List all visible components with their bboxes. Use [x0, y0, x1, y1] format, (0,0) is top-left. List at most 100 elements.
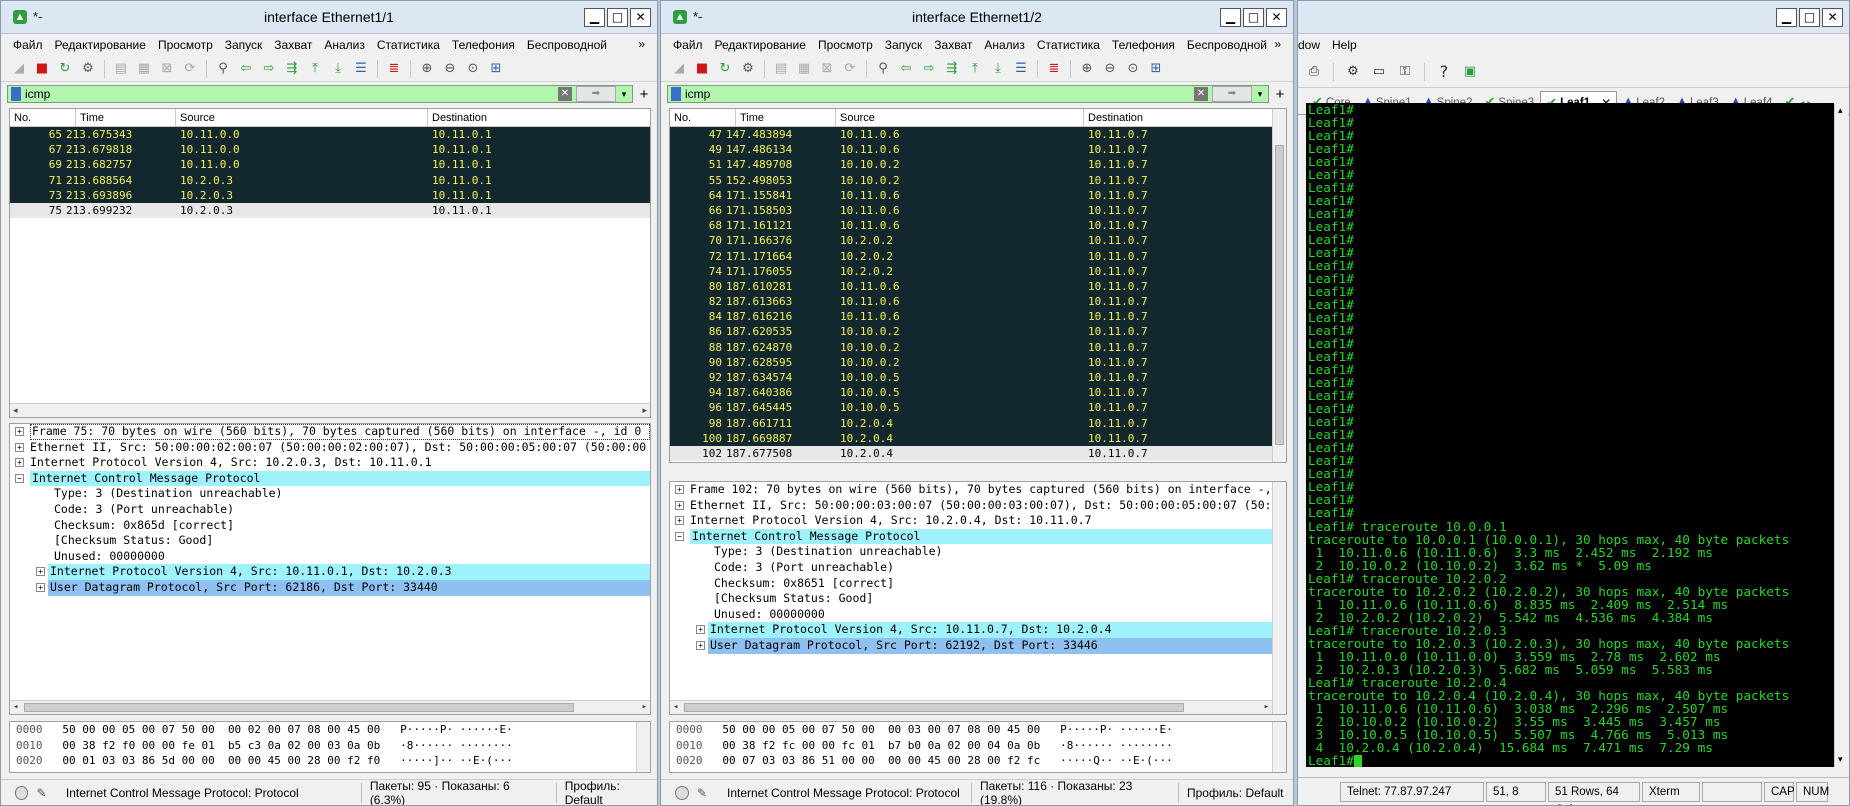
session-icon[interactable]: ▭	[1369, 62, 1389, 82]
packet-row[interactable]: 51 147.489708 10.10.0.2 10.11.0.7	[670, 157, 1272, 173]
detail-row[interactable]: Type: 3 (Destination unreachable)	[10, 486, 650, 502]
menu-window[interactable]: dow	[1298, 38, 1326, 52]
edit-comment-icon[interactable]: ✎	[36, 786, 49, 800]
expand-toggle-icon[interactable]: +	[15, 458, 24, 468]
col-no[interactable]: No.	[670, 109, 736, 126]
help-icon[interactable]: ?	[1434, 62, 1454, 82]
display-filter-input[interactable]	[685, 87, 1194, 101]
start-capture-icon[interactable]: ◢	[9, 59, 29, 79]
edit-comment-icon[interactable]: ✎	[697, 786, 711, 800]
expand-toggle-icon[interactable]: −	[675, 531, 684, 541]
packet-row[interactable]: 96 187.645445 10.10.0.5 10.11.0.7	[670, 400, 1272, 416]
details-vscroll[interactable]	[1272, 482, 1286, 714]
go-first-packet-icon[interactable]: ⤒	[965, 59, 985, 79]
hex-row[interactable]: 0010 00 38 f2 fc 00 00 fc 01 b7 b0 0a 02…	[670, 738, 1286, 754]
bookmark-icon[interactable]	[671, 87, 681, 101]
restart-capture-icon[interactable]: ↻	[715, 59, 735, 79]
start-capture-icon[interactable]: ◢	[669, 59, 689, 79]
screen-icon[interactable]: ▣	[1460, 62, 1480, 82]
detail-row[interactable]: + Internet Protocol Version 4, Src: 10.2.…	[10, 455, 650, 471]
packet-row[interactable]: 68 171.161121 10.11.0.6 10.11.0.7	[670, 218, 1272, 234]
menu-view[interactable]: Просмотр	[152, 38, 219, 52]
details-hscroll[interactable]: ◂ ▸	[670, 700, 1272, 714]
detail-row[interactable]: Unused: 00000000	[670, 607, 1286, 623]
close-button[interactable]: ✕	[630, 8, 651, 27]
minimize-button[interactable]: ▁	[1776, 8, 1797, 27]
go-back-icon[interactable]: ⇦	[896, 59, 916, 79]
title-bar[interactable]: ▲ *- interface Ethernet1/1 ▁ □ ✕	[1, 1, 657, 34]
key-icon[interactable]: ⚿	[1395, 62, 1415, 82]
expand-toggle-icon[interactable]: +	[36, 567, 45, 577]
menu-telephony[interactable]: Телефония	[1106, 38, 1181, 52]
save-file-icon[interactable]: ▦	[134, 59, 154, 79]
expand-toggle-icon[interactable]: +	[15, 427, 24, 436]
clear-filter-icon[interactable]: ✕	[1194, 87, 1208, 101]
hex-row[interactable]: 0000 50 00 00 05 00 07 50 00 00 03 00 07…	[670, 722, 1286, 738]
detail-row[interactable]: + Internet Protocol Version 4, Src: 10.11…	[10, 564, 650, 580]
zoom-normal-icon[interactable]: ⊙	[1123, 59, 1143, 79]
packet-row[interactable]: 70 171.166376 10.2.0.2 10.11.0.7	[670, 233, 1272, 249]
hex-row[interactable]: 0020 00 01 03 03 86 5d 00 00 00 00 45 00…	[10, 753, 650, 769]
detail-row[interactable]: Checksum: 0x865d [correct]	[10, 518, 650, 534]
packet-list-hscroll[interactable]: ◂ ▸	[10, 403, 650, 417]
menu-go[interactable]: Запуск	[879, 38, 929, 52]
reload-file-icon[interactable]: ⟳	[180, 59, 200, 79]
settings-icon[interactable]: ⚙	[1343, 62, 1363, 82]
colorize-icon[interactable]: ≣	[1044, 59, 1064, 79]
detail-row[interactable]: Code: 3 (Port unreachable)	[670, 560, 1286, 576]
menu-edit[interactable]: Редактирование	[49, 38, 152, 52]
menu-capture[interactable]: Захват	[928, 38, 978, 52]
minimize-button[interactable]: ▁	[584, 8, 605, 27]
add-filter-button-icon[interactable]: +	[637, 86, 651, 103]
detail-row[interactable]: [Checksum Status: Good]	[670, 591, 1286, 607]
packet-row[interactable]: 92 187.634574 10.10.0.5 10.11.0.7	[670, 370, 1272, 386]
zoom-out-icon[interactable]: ⊖	[440, 59, 460, 79]
detail-row[interactable]: Checksum: 0x8651 [correct]	[670, 576, 1286, 592]
status-profile[interactable]: Профиль: Default	[565, 779, 657, 806]
menu-edit[interactable]: Редактирование	[709, 38, 812, 52]
packet-row[interactable]: 67 213.679818 10.11.0.0 10.11.0.1	[10, 142, 650, 158]
menu-analyze[interactable]: Анализ	[318, 38, 371, 52]
detail-row[interactable]: + Frame 75: 70 bytes on wire (560 bits), …	[10, 424, 650, 440]
go-last-packet-icon[interactable]: ⤓	[328, 59, 348, 79]
packet-row[interactable]: 98 187.661711 10.2.0.4 10.11.0.7	[670, 415, 1272, 431]
menu-overflow-icon[interactable]: »	[1268, 37, 1287, 51]
stop-capture-icon[interactable]: ■	[692, 59, 712, 79]
find-packet-icon[interactable]: ⚲	[213, 59, 233, 79]
menu-analyze[interactable]: Анализ	[978, 38, 1031, 52]
save-file-icon[interactable]: ▦	[794, 59, 814, 79]
menu-file[interactable]: Файл	[7, 38, 49, 52]
packet-row[interactable]: 82 187.613663 10.11.0.6 10.11.0.7	[670, 294, 1272, 310]
filter-history-icon[interactable]: ▾	[1252, 89, 1268, 100]
detail-row[interactable]: Type: 3 (Destination unreachable)	[670, 544, 1286, 560]
zoom-out-icon[interactable]: ⊖	[1100, 59, 1120, 79]
detail-row[interactable]: + Internet Protocol Version 4, Src: 10.2.…	[670, 513, 1286, 529]
packet-row[interactable]: 100 187.669887 10.2.0.4 10.11.0.7	[670, 430, 1272, 446]
hex-row[interactable]: 0020 00 07 03 03 86 51 00 00 00 00 45 00…	[670, 753, 1286, 769]
menu-file[interactable]: Файл	[667, 38, 709, 52]
col-destination[interactable]: Destination	[428, 109, 650, 126]
expert-info-icon[interactable]	[15, 785, 29, 800]
close-button[interactable]: ✕	[1822, 8, 1843, 27]
packet-row[interactable]: 55 152.498053 10.10.0.2 10.11.0.7	[670, 172, 1272, 188]
title-bar[interactable]: ▲ *- interface Ethernet1/2 ▁ □ ✕	[661, 1, 1293, 34]
detail-row[interactable]: [Checksum Status: Good]	[10, 533, 650, 549]
col-time[interactable]: Time	[736, 109, 836, 126]
display-filter-input[interactable]	[25, 87, 558, 101]
packet-row[interactable]: 71 213.688564 10.2.0.3 10.11.0.1	[10, 172, 650, 188]
details-hscroll[interactable]: ◂ ▸	[10, 700, 650, 714]
packet-row[interactable]: 74 171.176055 10.2.0.2 10.11.0.7	[670, 263, 1272, 279]
print-icon[interactable]: ⎙	[1304, 62, 1324, 82]
bytes-vscroll[interactable]	[1272, 722, 1286, 772]
expand-toggle-icon[interactable]: +	[675, 516, 684, 526]
packet-row[interactable]: 64 171.155841 10.11.0.6 10.11.0.7	[670, 187, 1272, 203]
detail-row[interactable]: + Ethernet II, Src: 50:00:00:03:00:07 (50…	[670, 498, 1286, 514]
packet-row[interactable]: 94 187.640386 10.10.0.5 10.11.0.7	[670, 385, 1272, 401]
zoom-normal-icon[interactable]: ⊙	[463, 59, 483, 79]
menu-telephony[interactable]: Телефония	[446, 38, 521, 52]
detail-row[interactable]: Unused: 00000000	[10, 549, 650, 565]
packet-row[interactable]: 49 147.486134 10.11.0.6 10.11.0.7	[670, 142, 1272, 158]
go-forward-icon[interactable]: ⇨	[919, 59, 939, 79]
expand-toggle-icon[interactable]: −	[15, 473, 24, 483]
go-back-icon[interactable]: ⇦	[236, 59, 256, 79]
